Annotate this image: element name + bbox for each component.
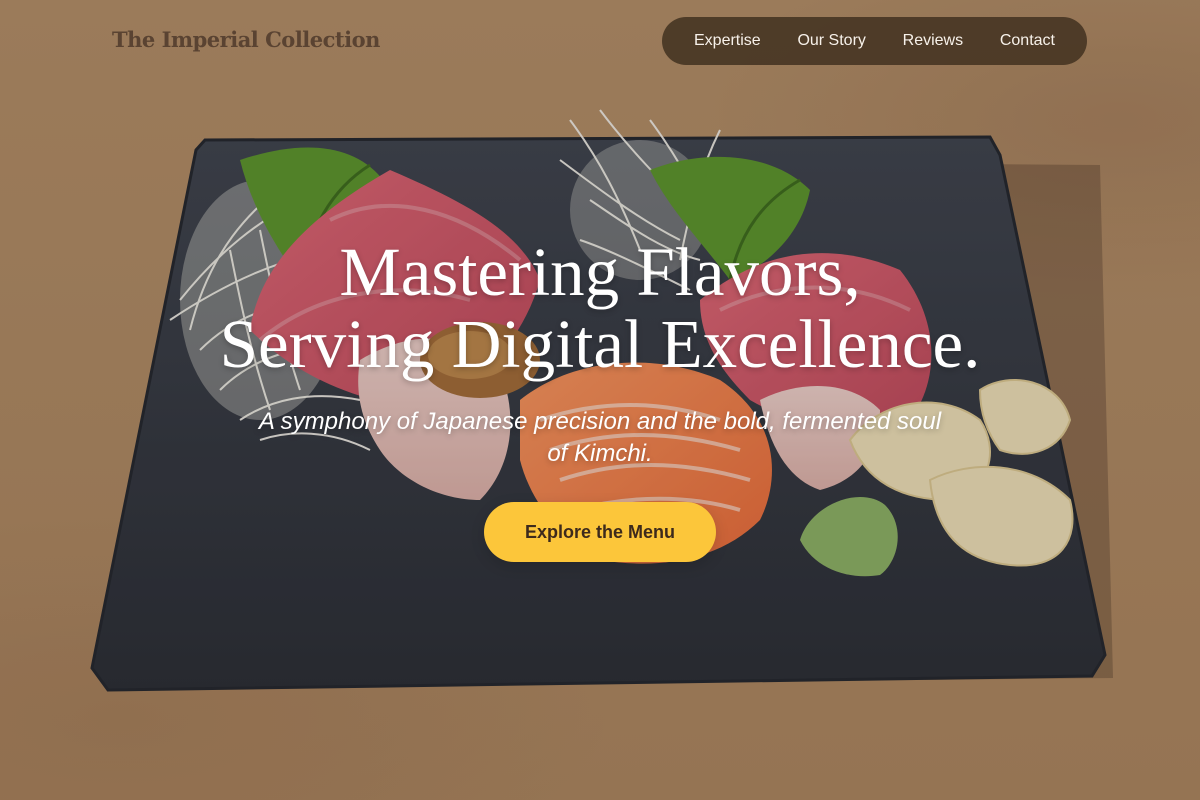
hero-subtitle: A symphony of Japanese precision and the… bbox=[258, 408, 942, 467]
explore-menu-button[interactable]: Explore the Menu bbox=[484, 502, 716, 562]
nav-link-expertise[interactable]: Expertise bbox=[694, 32, 761, 50]
nav-link-contact[interactable]: Contact bbox=[1000, 32, 1055, 50]
hero-title: Mastering Flavors, Serving Digital Excel… bbox=[0, 236, 1200, 380]
nav-link-reviews[interactable]: Reviews bbox=[903, 32, 963, 50]
brand-logo-text[interactable]: The Imperial Collection bbox=[112, 27, 380, 52]
hero-title-line-2: Serving Digital Excellence. bbox=[219, 306, 981, 382]
hero-section: Mastering Flavors, Serving Digital Excel… bbox=[0, 236, 1200, 562]
main-nav-pill: Expertise Our Story Reviews Contact bbox=[662, 17, 1087, 65]
nav-link-our-story[interactable]: Our Story bbox=[797, 32, 865, 50]
hero-title-line-1: Mastering Flavors, bbox=[339, 234, 861, 310]
